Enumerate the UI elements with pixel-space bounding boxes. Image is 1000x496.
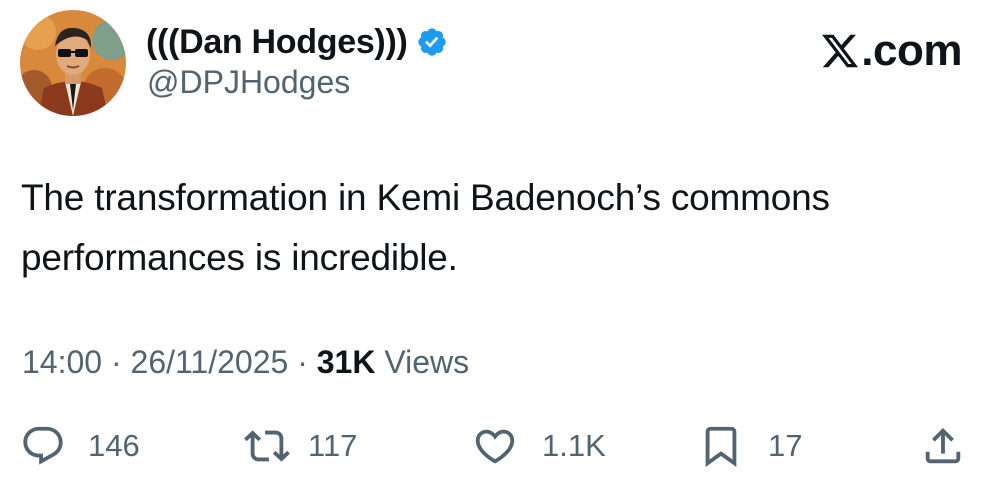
tweet-metadata: 14:00 · 26/11/2025 · 31K Views — [22, 344, 469, 381]
verified-badge-icon — [416, 26, 448, 58]
bookmark-button[interactable]: 17 — [698, 418, 802, 474]
action-bar: 146 117 1.1K 17 — [0, 418, 1000, 474]
author-handle[interactable]: @DPJHodges — [147, 64, 350, 101]
repost-icon — [244, 423, 290, 469]
avatar[interactable] — [20, 10, 126, 116]
heart-icon — [472, 423, 518, 469]
tweet-time[interactable]: 14:00 — [22, 344, 102, 380]
reply-button[interactable]: 146 — [20, 418, 140, 474]
brand-label: .com — [861, 26, 962, 75]
share-button[interactable] — [920, 418, 966, 474]
share-icon — [920, 423, 966, 469]
tweet-card: (((Dan Hodges))) @DPJHodges .com The tra… — [0, 0, 1000, 496]
like-button[interactable]: 1.1K — [472, 418, 606, 474]
avatar-illustration — [20, 10, 126, 116]
meta-separator: · — [288, 344, 317, 380]
views-count: 31K — [316, 344, 376, 380]
like-count: 1.1K — [542, 428, 606, 463]
repost-button[interactable]: 117 — [244, 418, 357, 474]
meta-separator: · — [102, 344, 131, 380]
reply-count: 146 — [88, 428, 140, 463]
repost-count: 117 — [308, 428, 358, 463]
views-label: Views — [375, 344, 470, 380]
author-display-name[interactable]: (((Dan Hodges))) — [146, 23, 408, 62]
tweet-body: The transformation in Kemi Badenoch’s co… — [21, 177, 830, 278]
author-name-row: (((Dan Hodges))) — [146, 20, 448, 64]
brand-logo: .com — [820, 26, 962, 76]
reply-icon — [20, 423, 66, 469]
tweet-date[interactable]: 26/11/2025 — [131, 344, 289, 380]
bookmark-count: 17 — [768, 428, 803, 463]
x-logo-icon — [820, 31, 860, 71]
bookmark-icon — [698, 423, 744, 469]
